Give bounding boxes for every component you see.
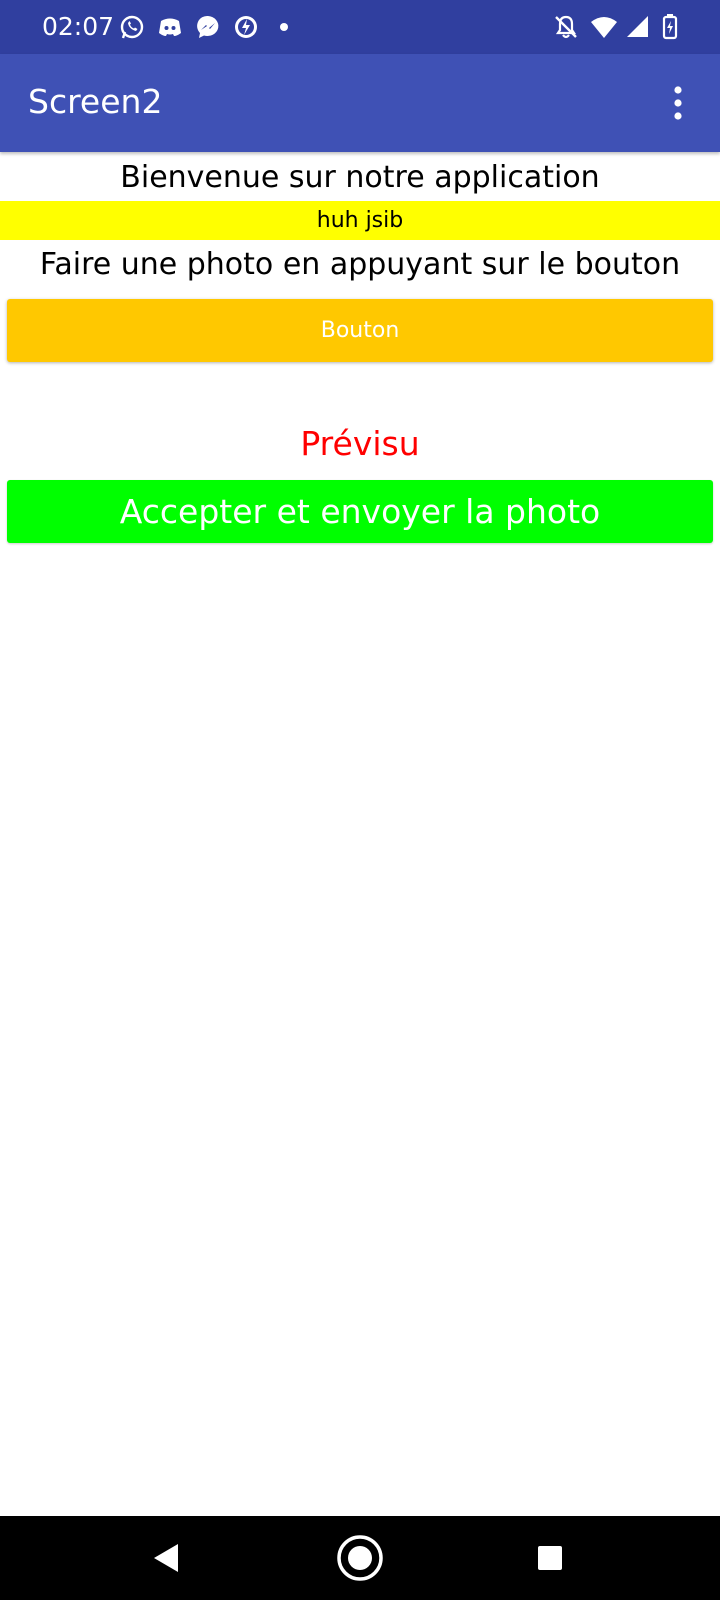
notifications-off-icon (552, 13, 580, 41)
welcome-text: Bienvenue sur notre application (120, 160, 600, 195)
recents-icon[interactable] (522, 1530, 578, 1586)
app-bar: Screen2 (0, 54, 720, 152)
app-title: Screen2 (28, 82, 163, 121)
dot-icon (270, 13, 298, 41)
yellow-label: huh jsib (0, 201, 720, 240)
home-icon[interactable] (332, 1530, 388, 1586)
messenger-icon (194, 13, 222, 41)
battery-charging-icon (656, 13, 684, 41)
back-icon[interactable] (138, 1530, 194, 1586)
whatsapp-icon (118, 13, 146, 41)
navigation-bar (0, 1516, 720, 1600)
discord-icon (156, 13, 184, 41)
instruction-text: Faire une photo en appuyant sur le bouto… (39, 247, 681, 282)
more-vert-icon[interactable] (658, 82, 698, 126)
photo-button[interactable]: Bouton (7, 299, 713, 362)
signal-icon (624, 13, 652, 41)
preview-label: Prévisu (300, 424, 420, 463)
status-bar: 02:07 (0, 0, 720, 54)
power-icon (232, 13, 260, 41)
accept-send-photo-button[interactable]: Accepter et envoyer la photo (7, 480, 713, 543)
wifi-icon (590, 13, 618, 41)
status-time: 02:07 (42, 12, 115, 41)
